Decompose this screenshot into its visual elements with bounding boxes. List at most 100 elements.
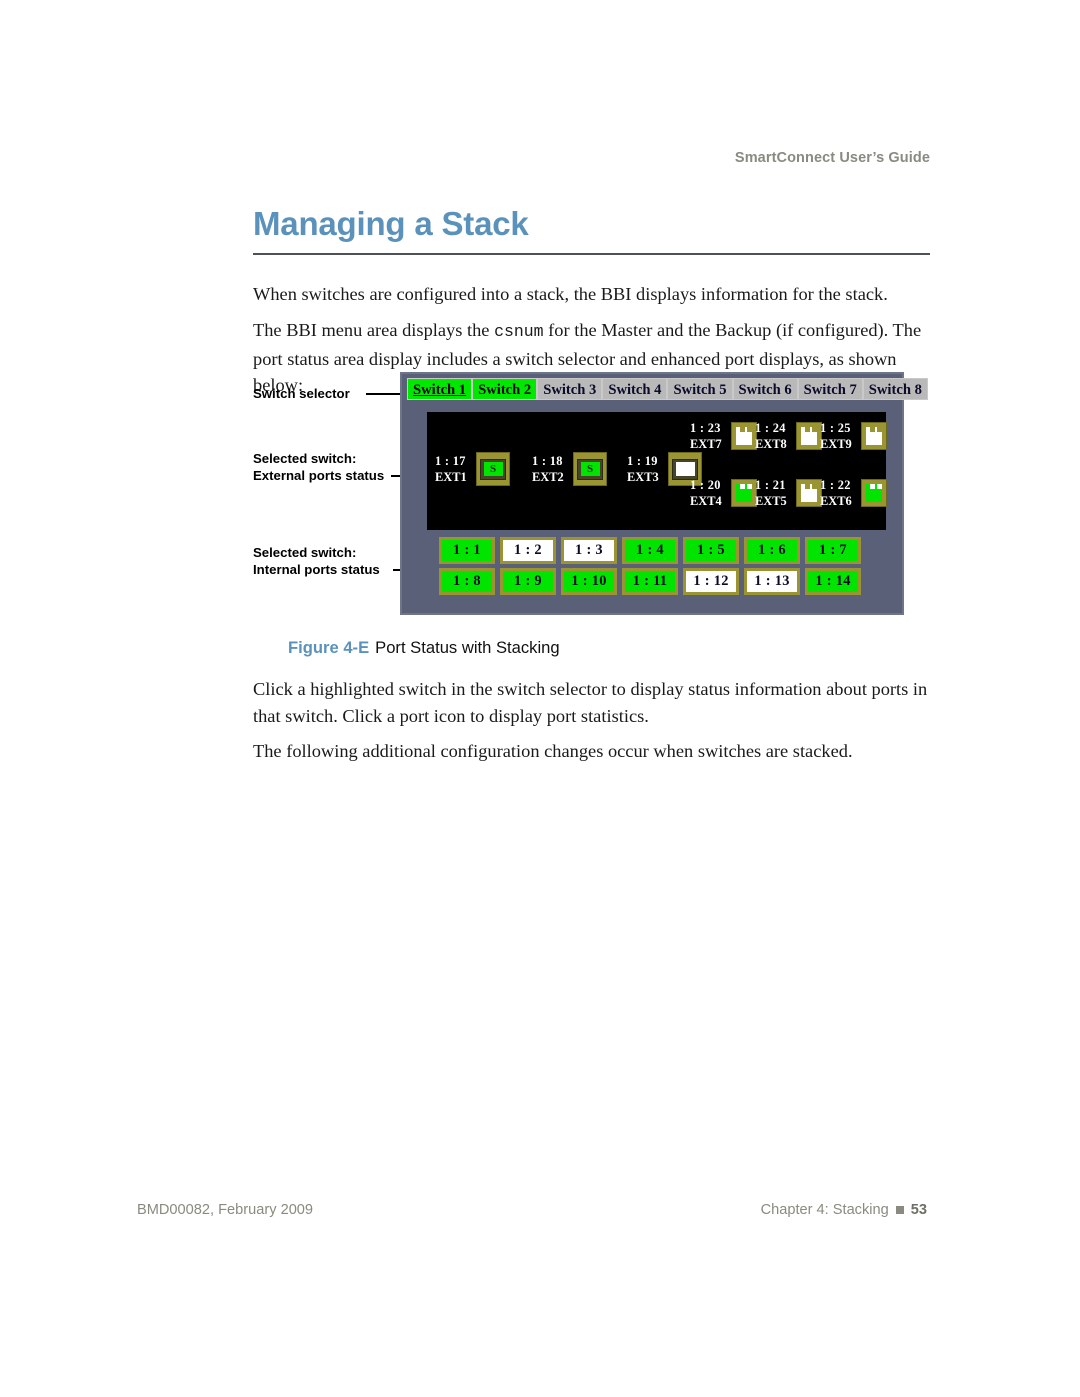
- external-port-ext5-labels: 1 : 21 EXT5: [755, 477, 793, 509]
- figure-annotations: Switch selector Selected switch: Externa…: [250, 372, 417, 616]
- external-port-ext6-number: 1 : 22: [820, 478, 851, 492]
- external-port-ext4-number: 1 : 20: [690, 478, 721, 492]
- external-port-ext2-bezel: S: [577, 458, 603, 480]
- internal-ports-row-2: 1 : 8 1 : 9 1 : 10 1 : 11 1 : 12 1 : 13 …: [439, 568, 866, 595]
- external-port-ext7-number: 1 : 23: [690, 421, 721, 435]
- external-port-ext5-number: 1 : 21: [755, 478, 786, 492]
- external-port-ext9-icon[interactable]: [861, 422, 887, 450]
- external-port-ext1-labels: 1 : 17 EXT1: [435, 453, 473, 485]
- internal-port-1-11[interactable]: 1 : 11: [622, 568, 678, 595]
- external-port-ext8-icon[interactable]: [796, 422, 822, 450]
- external-port-ext8-number: 1 : 24: [755, 421, 786, 435]
- external-port-ext3-number: 1 : 19: [627, 454, 658, 468]
- external-port-ext4-labels: 1 : 20 EXT4: [690, 477, 728, 509]
- switch-tab-5[interactable]: Switch 5: [667, 378, 733, 400]
- external-port-ext1-number: 1 : 17: [435, 454, 466, 468]
- external-port-ext1-icon[interactable]: S: [476, 452, 510, 486]
- internal-port-1-6[interactable]: 1 : 6: [744, 537, 800, 564]
- switch-tab-1[interactable]: Switch 1: [407, 378, 473, 400]
- external-port-ext1-bezel: S: [480, 458, 506, 480]
- footer-right: Chapter 4: Stacking 53: [761, 1202, 927, 1218]
- internal-ports-row-1: 1 : 1 1 : 2 1 : 3 1 : 4 1 : 5 1 : 6 1 : …: [439, 537, 866, 564]
- internal-ports-area: 1 : 1 1 : 2 1 : 3 1 : 4 1 : 5 1 : 6 1 : …: [439, 537, 866, 599]
- external-port-ext6[interactable]: 1 : 22 EXT6: [820, 477, 887, 509]
- switch-tab-4[interactable]: Switch 4: [602, 378, 668, 400]
- title-divider: [253, 253, 930, 255]
- external-port-ext7-jack: [736, 427, 752, 445]
- external-ports-area: 1 : 17 EXT1 S 1 : 18 EXT2 S 1: 19 EXT3 …: [427, 412, 887, 530]
- external-port-ext9-jack: [866, 427, 882, 445]
- external-port-ext1-name: EXT1: [435, 470, 467, 484]
- external-port-ext6-icon[interactable]: [861, 479, 887, 507]
- external-port-ext2-face: S: [580, 462, 600, 476]
- external-port-ext2-labels: 1 : 18 EXT2: [532, 453, 570, 485]
- square-bullet-icon: [895, 1206, 904, 1214]
- external-port-ext2-name: EXT2: [532, 470, 564, 484]
- external-port-ext9-labels: 1 : 25 EXT9: [820, 420, 858, 452]
- external-port-ext1[interactable]: 1 : 17 EXT1 S: [435, 452, 510, 486]
- annotation-switch-selector: Switch selector: [253, 385, 350, 402]
- external-port-ext4[interactable]: 1 : 20 EXT4: [690, 477, 757, 509]
- external-port-ext4-icon[interactable]: [731, 479, 757, 507]
- internal-port-1-3[interactable]: 1 : 3: [561, 537, 617, 564]
- external-port-ext2-icon[interactable]: S: [573, 452, 607, 486]
- internal-port-1-14[interactable]: 1 : 14: [805, 568, 861, 595]
- switch-tab-3[interactable]: Switch 3: [537, 378, 603, 400]
- running-header: SmartConnect User’s Guide: [734, 150, 930, 166]
- external-port-ext4-name: EXT4: [690, 494, 722, 508]
- switch-tab-6[interactable]: Switch 6: [732, 378, 798, 400]
- switch-tab-2[interactable]: Switch 2: [472, 378, 538, 400]
- external-port-ext8[interactable]: 1 : 24 EXT8: [755, 420, 822, 452]
- internal-port-1-10[interactable]: 1 : 10: [561, 568, 617, 595]
- external-port-ext4-jack: [736, 484, 752, 502]
- internal-port-1-8[interactable]: 1 : 8: [439, 568, 495, 595]
- external-port-ext7-labels: 1 : 23 EXT7: [690, 420, 728, 452]
- footer-doc-id: BMD00082, February 2009: [137, 1202, 314, 1218]
- external-port-ext2[interactable]: 1 : 18 EXT2 S: [532, 452, 607, 486]
- internal-port-1-2[interactable]: 1 : 2: [500, 537, 556, 564]
- external-port-ext8-jack: [801, 427, 817, 445]
- page-footer: BMD00082, February 2009 Chapter 4: Stack…: [137, 1202, 927, 1218]
- external-port-ext8-labels: 1 : 24 EXT8: [755, 420, 793, 452]
- annotation-external-ports-line2: External ports status: [253, 468, 385, 483]
- external-port-ext3-name: EXT3: [627, 470, 659, 484]
- external-port-ext7-name: EXT7: [690, 437, 722, 451]
- figure-port-status: Switch selector Selected switch: Externa…: [250, 372, 932, 616]
- external-port-ext9[interactable]: 1 : 25 EXT9: [820, 420, 887, 452]
- internal-port-1-7[interactable]: 1 : 7: [805, 537, 861, 564]
- footer-page-number: 53: [910, 1202, 927, 1218]
- switch-tab-7[interactable]: Switch 7: [797, 378, 863, 400]
- external-port-ext5-name: EXT5: [755, 494, 787, 508]
- document-page: SmartConnect User’s Guide Managing a Sta…: [0, 0, 1080, 1397]
- external-port-ext9-number: 1 : 25: [820, 421, 851, 435]
- page-title: Managing a Stack: [253, 205, 529, 242]
- external-port-ext6-labels: 1 : 22 EXT6: [820, 477, 858, 509]
- internal-port-1-1[interactable]: 1 : 1: [439, 537, 495, 564]
- inline-code-csnum: csnum: [494, 322, 544, 341]
- annotation-switch-selector-line1: Switch selector: [253, 386, 350, 401]
- external-port-ext5-icon[interactable]: [796, 479, 822, 507]
- internal-port-1-13[interactable]: 1 : 13: [744, 568, 800, 595]
- external-port-ext8-name: EXT8: [755, 437, 787, 451]
- footer-chapter: Chapter 4: Stacking: [760, 1202, 889, 1218]
- paragraph-intro: When switches are configured into a stac…: [253, 284, 888, 304]
- external-port-ext7[interactable]: 1 : 23 EXT7: [690, 420, 757, 452]
- internal-port-1-5[interactable]: 1 : 5: [683, 537, 739, 564]
- port-status-panel: Switch 1 Switch 2 Switch 3 Switch 4 Swit…: [400, 372, 928, 615]
- annotation-external-ports: Selected switch: External ports status: [253, 450, 384, 484]
- external-port-ext3-face: [675, 462, 695, 476]
- annotation-internal-ports-line2: Internal ports status: [253, 562, 380, 577]
- paragraph-bbi-menu-part1: The BBI menu area displays the: [253, 320, 495, 340]
- internal-port-1-4[interactable]: 1 : 4: [622, 537, 678, 564]
- external-port-ext5[interactable]: 1 : 21 EXT5: [755, 477, 822, 509]
- title-block: Managing a Stack: [253, 204, 930, 255]
- internal-port-1-9[interactable]: 1 : 9: [500, 568, 556, 595]
- external-port-ext7-icon[interactable]: [731, 422, 757, 450]
- annotation-internal-ports: Selected switch: Internal ports status: [253, 544, 380, 578]
- switch-tab-8[interactable]: Switch 8: [862, 378, 928, 400]
- external-port-ext2-number: 1 : 18: [532, 454, 563, 468]
- switch-selector[interactable]: Switch 1 Switch 2 Switch 3 Switch 4 Swit…: [407, 378, 928, 400]
- internal-port-1-12[interactable]: 1 : 12: [683, 568, 739, 595]
- paragraph-click-switch: Click a highlighted switch in the switch…: [253, 679, 928, 726]
- annotation-internal-ports-line1: Selected switch:: [253, 545, 357, 560]
